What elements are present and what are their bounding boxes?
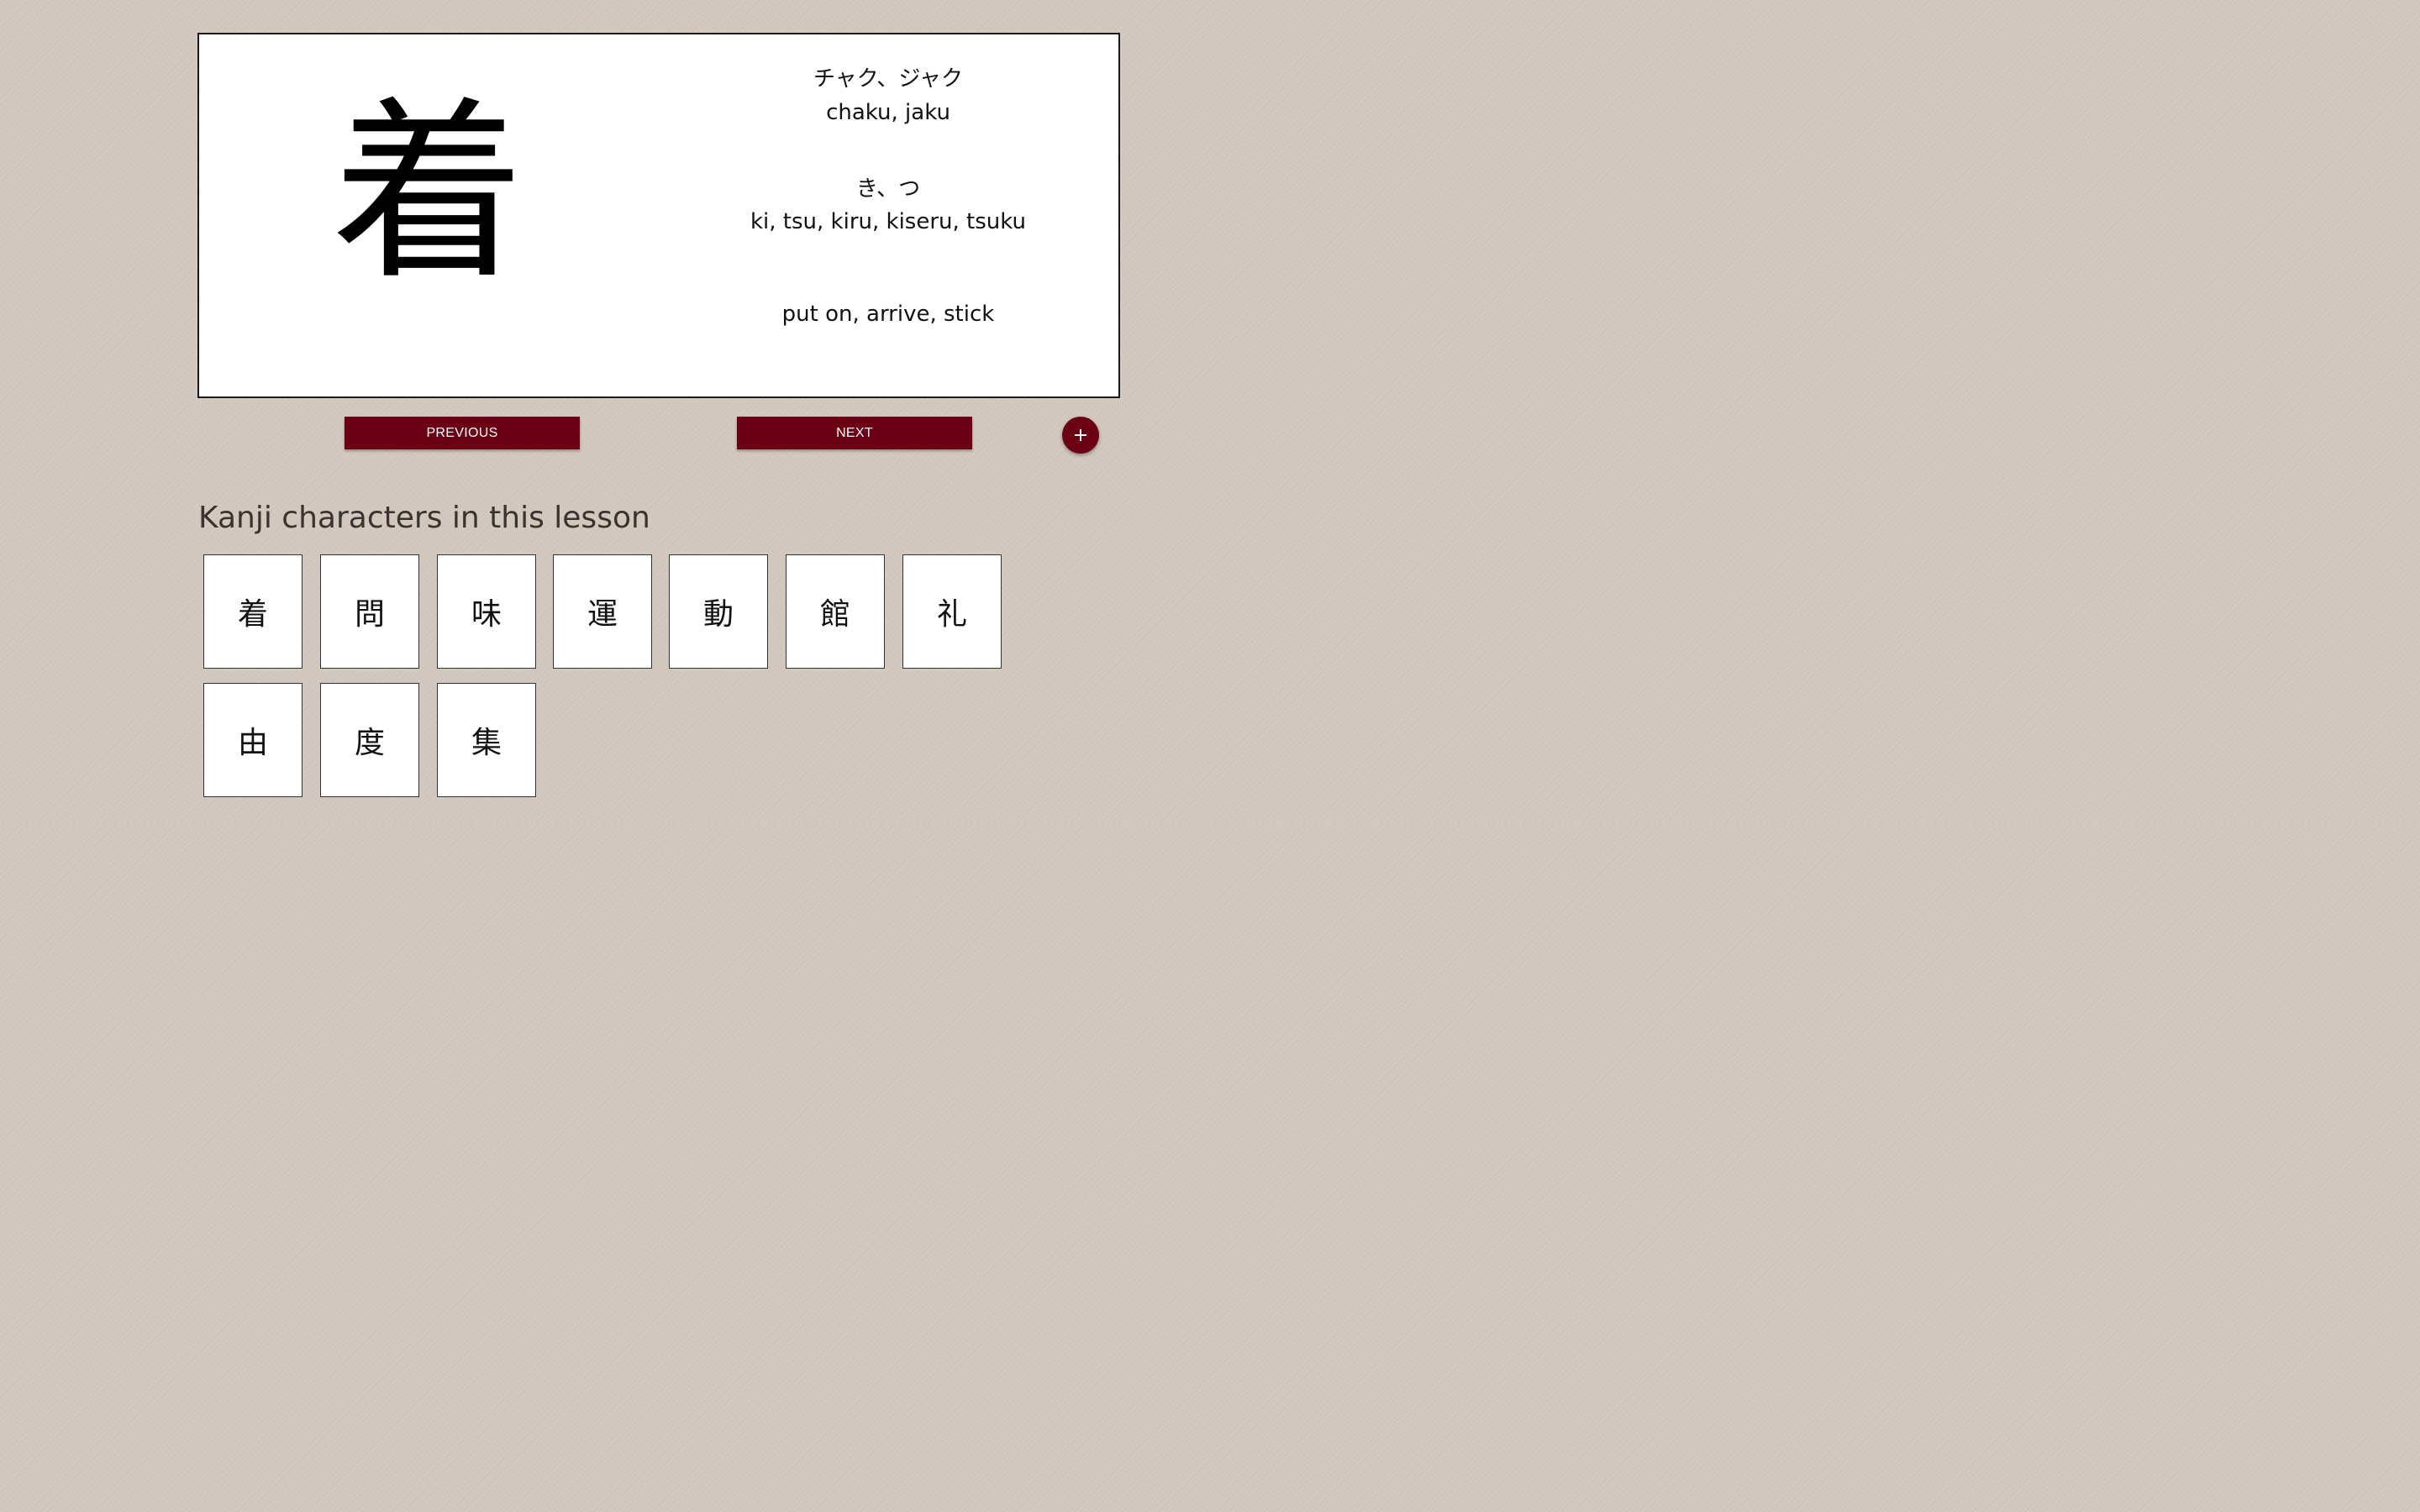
kanji-tile[interactable]: 運 (553, 554, 652, 669)
kanji-tile[interactable]: 礼 (902, 554, 1002, 669)
next-button[interactable]: NEXT (737, 417, 972, 449)
kanji-tile[interactable]: 動 (669, 554, 768, 669)
kanji-tile[interactable]: 由 (203, 683, 302, 797)
flashcard: 着 チャク、ジャク chaku, jaku き、つ ki, tsu, kiru,… (197, 33, 1120, 398)
previous-button[interactable]: PREVIOUS (345, 417, 580, 449)
flashcard-kanji: 着 (331, 81, 525, 306)
kanji-tile[interactable]: 集 (437, 683, 536, 797)
lesson-kanji-heading: Kanji characters in this lesson (198, 501, 650, 535)
kanji-tile[interactable]: 味 (437, 554, 536, 669)
kanji-tile[interactable]: 度 (320, 683, 419, 797)
plus-icon (1073, 428, 1088, 443)
kanji-tile[interactable]: 着 (203, 554, 302, 669)
kanji-meaning: put on, arrive, stick (781, 302, 995, 327)
kanji-tile[interactable]: 問 (320, 554, 419, 669)
on-reading-romaji: chaku, jaku (826, 100, 950, 125)
on-reading-kana: チャク、ジャク (813, 66, 964, 92)
add-button[interactable] (1062, 417, 1099, 454)
kun-reading-kana: き、つ (855, 176, 921, 202)
kun-reading-romaji: ki, tsu, kiru, kiseru, tsuku (750, 209, 1026, 234)
kanji-tile[interactable]: 館 (786, 554, 885, 669)
